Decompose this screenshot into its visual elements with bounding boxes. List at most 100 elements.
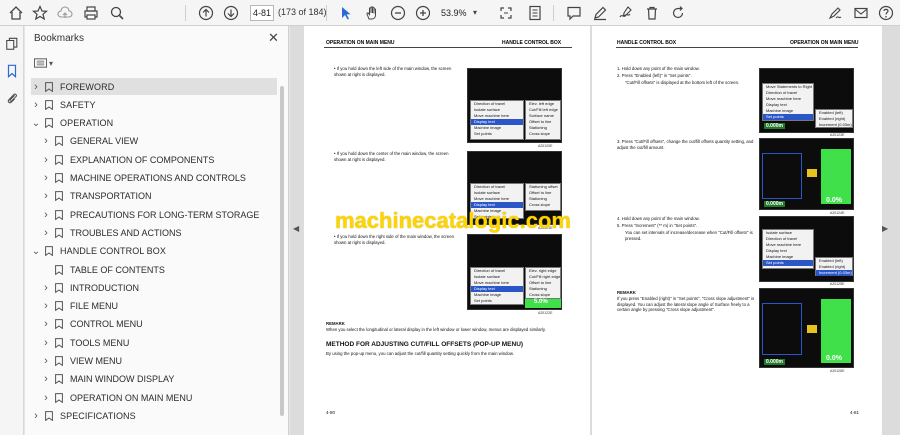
panel-scrollbar[interactable] [280, 86, 284, 416]
submenu: Elev. left edge Cut/Fill left edge Surfa… [525, 100, 561, 140]
chevron-down-icon[interactable]: ⌄ [31, 246, 41, 257]
chevron-right-icon[interactable]: › [41, 172, 51, 184]
bookmark-item[interactable]: › MAIN WINDOW DISPLAY [41, 371, 275, 388]
expand-right-icon[interactable]: ▶ [882, 224, 888, 233]
bookmark-icon [55, 209, 63, 220]
bookmark-icon [45, 410, 53, 421]
bookmark-item[interactable]: › TROUBLES AND ACTIONS [41, 224, 275, 241]
bookmark-item[interactable]: › SPECIFICATIONS [31, 407, 275, 424]
zoom-in-icon[interactable] [413, 3, 433, 23]
chevron-right-icon[interactable]: › [41, 318, 51, 330]
chevron-right-icon[interactable]: › [31, 99, 41, 111]
step-text: 3. Press "Cut/Fill offsets", change the … [617, 139, 754, 150]
print-icon[interactable] [81, 3, 101, 23]
home-icon[interactable] [6, 3, 26, 23]
offset-value: 0.000m [764, 359, 785, 365]
bookmarks-panel-icon[interactable] [4, 63, 20, 79]
fit-page-icon[interactable] [496, 3, 516, 23]
zoom-level-select[interactable]: 53.9% [441, 5, 477, 21]
bookmark-label: OPERATION ON MAIN MENU [70, 392, 193, 403]
bookmark-icon [55, 392, 63, 403]
chevron-right-icon[interactable]: › [41, 154, 51, 166]
bookmark-item[interactable]: › FOREWORD [31, 78, 277, 95]
close-icon[interactable]: ✕ [268, 30, 279, 46]
bookmark-item[interactable]: › TOOLS MENU [41, 334, 275, 351]
chevron-right-icon[interactable]: › [41, 300, 51, 312]
bookmark-item[interactable]: › PRECAUTIONS FOR LONG-TERM STORAGE [41, 206, 275, 223]
email-icon[interactable] [851, 3, 871, 23]
chevron-right-icon[interactable]: › [41, 355, 51, 367]
chevron-right-icon[interactable]: › [41, 392, 51, 404]
chevron-right-icon[interactable]: › [41, 135, 51, 147]
remark-label: REMARK [326, 321, 345, 326]
popup-menu: Move Statements to Right Direction of tr… [762, 83, 814, 121]
screen-image: Move Statements to Right Direction of tr… [759, 68, 854, 133]
draw-sign-icon[interactable] [616, 3, 636, 23]
bookmark-item[interactable]: › MACHINE OPERATIONS AND CONTROLS [41, 170, 275, 187]
highlight-pen-icon[interactable] [590, 3, 610, 23]
delete-trash-icon[interactable] [642, 3, 662, 23]
hand-tool-icon[interactable] [362, 3, 382, 23]
page-down-icon[interactable] [221, 3, 241, 23]
zoom-search-icon[interactable] [107, 3, 127, 23]
undo-icon[interactable] [668, 3, 688, 23]
attachments-icon[interactable] [4, 90, 20, 106]
select-cursor-icon[interactable] [336, 3, 356, 23]
bookmark-item[interactable]: › GENERAL VIEW [41, 133, 275, 150]
submenu: Stationing offset Offset to line Station… [525, 183, 561, 211]
step-text: 5. Press "Increment" (** m) in "Set poin… [617, 223, 698, 228]
collapse-panel-icon[interactable]: ◀ [293, 224, 299, 233]
screen-image: Direction of travel Isolate surface Move… [467, 68, 562, 143]
chevron-right-icon[interactable]: › [41, 373, 51, 385]
chevron-right-icon[interactable]: › [41, 227, 51, 239]
chevron-down-icon[interactable]: ⌄ [31, 118, 41, 129]
bookmark-label: SAFETY [60, 99, 96, 110]
page-number-input[interactable]: 4-81 [250, 5, 274, 21]
bookmark-icon [55, 374, 63, 385]
bookmark-icon [45, 99, 53, 110]
chevron-right-icon[interactable]: › [41, 282, 51, 294]
bookmark-icon [55, 301, 63, 312]
chevron-right-icon[interactable]: › [31, 81, 41, 93]
zoom-out-icon[interactable] [388, 3, 408, 23]
bookmark-item[interactable]: › TRANSPORTATION [41, 188, 275, 205]
chevron-down-icon[interactable]: ▾ [473, 5, 477, 21]
screen-image: 0.000m 0.0% [759, 138, 854, 210]
bookmark-item[interactable]: › INTRODUCTION [41, 279, 275, 296]
remark-text: When you select the longitudinal or late… [326, 327, 546, 332]
bookmark-item[interactable]: › EXPLANATION OF COMPONENTS [41, 151, 275, 168]
offset-value: 0.000m [764, 123, 785, 129]
comment-icon[interactable] [564, 3, 584, 23]
bookmark-item[interactable]: › OPERATION ON MAIN MENU [41, 389, 275, 406]
bookmark-item[interactable]: › SAFETY [31, 96, 275, 113]
figure-id: A20124E [830, 211, 845, 215]
paragraph: By using the pop-up menu, you can adjust… [326, 351, 514, 356]
figure-id: A20123E [830, 133, 845, 137]
bookmark-icon [55, 319, 63, 330]
popup-menu: Isolate surface Direction of travel Move… [762, 229, 814, 269]
scroll-mode-icon[interactable] [525, 3, 545, 23]
bookmark-options-button[interactable]: ▾ [34, 56, 58, 70]
chevron-right-icon[interactable]: › [31, 410, 41, 422]
chevron-right-icon[interactable]: › [41, 337, 51, 349]
bookmark-star-icon[interactable] [30, 3, 50, 23]
bookmark-item[interactable]: TABLE OF CONTENTS [41, 261, 275, 278]
cloud-upload-icon[interactable] [55, 3, 75, 23]
help-icon[interactable] [876, 3, 896, 23]
bookmark-item[interactable]: › FILE MENU [41, 298, 275, 315]
bookmark-item[interactable]: › CONTROL MENU [41, 316, 275, 333]
figure-id: A20125E [830, 282, 845, 286]
bookmark-icon [45, 118, 53, 129]
chevron-right-icon[interactable]: › [41, 190, 51, 202]
chevron-right-icon[interactable]: › [41, 209, 51, 221]
value-label: 5.0% [534, 299, 548, 305]
bookmark-label: MACHINE OPERATIONS AND CONTROLS [70, 173, 246, 183]
bookmark-item[interactable]: › VIEW MENU [41, 353, 275, 370]
bookmark-item[interactable]: ⌄ OPERATION [31, 115, 275, 132]
page-up-icon[interactable] [196, 3, 216, 23]
share-link-icon[interactable] [825, 3, 845, 23]
bookmark-item[interactable]: ⌄ HANDLE CONTROL BOX [31, 243, 275, 260]
page-thumbnails-icon[interactable] [4, 36, 20, 52]
bookmark-icon [55, 173, 63, 183]
page-header-right: HANDLE CONTROL BOX [502, 40, 562, 46]
